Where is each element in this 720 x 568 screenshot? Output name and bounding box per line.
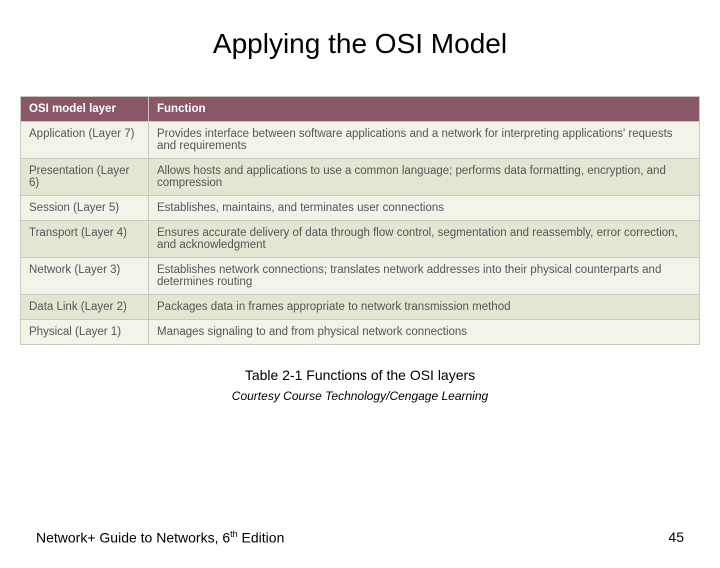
table-caption: Table 2-1 Functions of the OSI layers — [0, 367, 720, 383]
table-row: Network (Layer 3) Establishes network co… — [21, 258, 700, 295]
cell-function: Packages data in frames appropriate to n… — [149, 295, 700, 320]
cell-function: Establishes network connections; transla… — [149, 258, 700, 295]
cell-function: Manages signaling to and from physical n… — [149, 320, 700, 345]
table-row: Presentation (Layer 6) Allows hosts and … — [21, 159, 700, 196]
cell-function: Provides interface between software appl… — [149, 122, 700, 159]
cell-layer: Data Link (Layer 2) — [21, 295, 149, 320]
header-layer: OSI model layer — [21, 97, 149, 122]
cell-function: Ensures accurate delivery of data throug… — [149, 221, 700, 258]
table-header-row: OSI model layer Function — [21, 97, 700, 122]
header-function: Function — [149, 97, 700, 122]
cell-layer: Presentation (Layer 6) — [21, 159, 149, 196]
cell-layer: Application (Layer 7) — [21, 122, 149, 159]
cell-layer: Session (Layer 5) — [21, 196, 149, 221]
table-row: Physical (Layer 1) Manages signaling to … — [21, 320, 700, 345]
table-row: Data Link (Layer 2) Packages data in fra… — [21, 295, 700, 320]
table-row: Application (Layer 7) Provides interface… — [21, 122, 700, 159]
book-suffix: Edition — [238, 530, 285, 546]
osi-table: OSI model layer Function Application (La… — [20, 96, 700, 345]
book-edition: Network+ Guide to Networks, 6th Edition — [36, 529, 284, 546]
page-number: 45 — [668, 529, 684, 546]
table-row: Session (Layer 5) Establishes, maintains… — [21, 196, 700, 221]
ordinal-suffix: th — [230, 529, 238, 539]
cell-layer: Transport (Layer 4) — [21, 221, 149, 258]
cell-function: Allows hosts and applications to use a c… — [149, 159, 700, 196]
cell-function: Establishes, maintains, and terminates u… — [149, 196, 700, 221]
cell-layer: Network (Layer 3) — [21, 258, 149, 295]
courtesy-line: Courtesy Course Technology/Cengage Learn… — [0, 389, 720, 403]
book-prefix: Network+ Guide to Networks, 6 — [36, 530, 230, 546]
cell-layer: Physical (Layer 1) — [21, 320, 149, 345]
table-row: Transport (Layer 4) Ensures accurate del… — [21, 221, 700, 258]
page-title: Applying the OSI Model — [0, 28, 720, 60]
slide-footer: Network+ Guide to Networks, 6th Edition … — [0, 529, 720, 546]
